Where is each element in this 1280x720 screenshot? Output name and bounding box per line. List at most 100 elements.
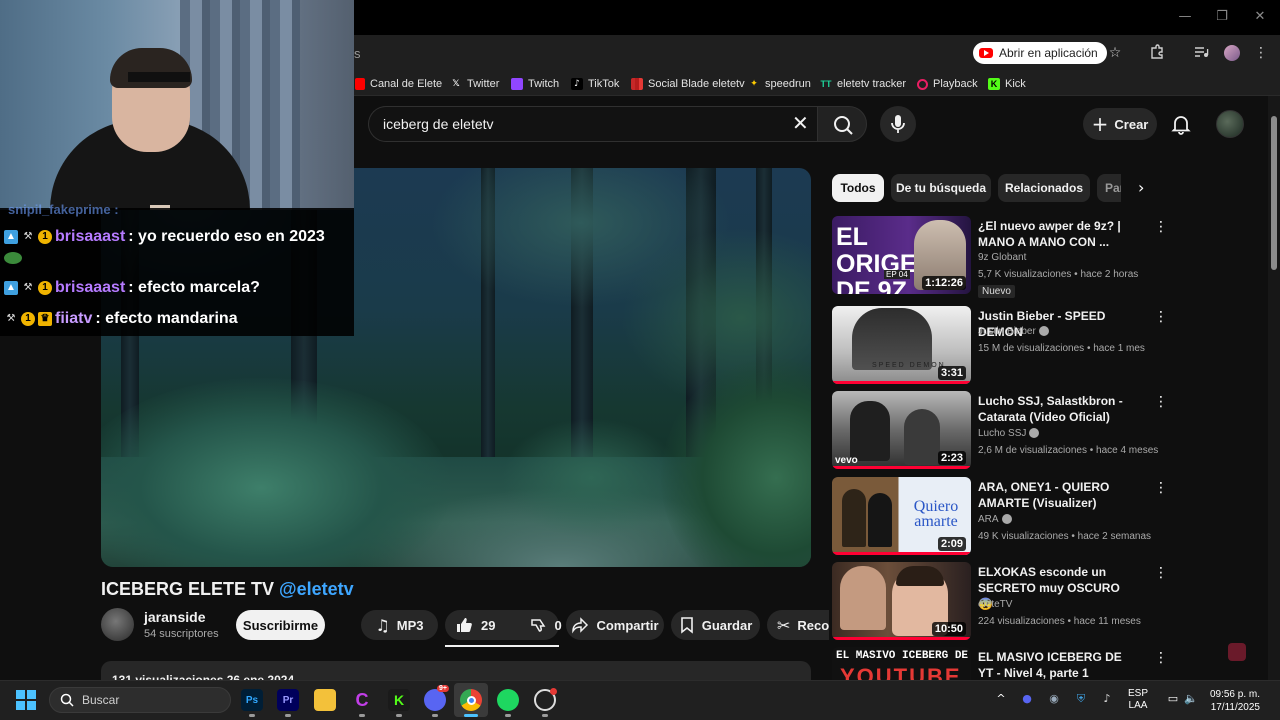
- minimize-icon[interactable]: —: [1175, 8, 1195, 26]
- related-title[interactable]: ARA, ONEY1 - QUIERO AMARTE (Visualizer): [978, 479, 1138, 511]
- more-options-icon[interactable]: ⋮: [1154, 651, 1162, 665]
- miniplayer-icon[interactable]: [1228, 643, 1246, 661]
- kick-app-icon[interactable]: K: [388, 689, 410, 711]
- tray-discord-icon[interactable]: ●: [1020, 692, 1034, 706]
- video-thumbnail[interactable]: EL MASIVO ICEBERG DE YOUTUBE: [832, 647, 971, 680]
- chevron-right-icon[interactable]: ›: [1138, 179, 1156, 197]
- bookmark-eletetv-tracker[interactable]: TT eletetv tracker: [820, 76, 907, 92]
- more-options-icon[interactable]: ⋮: [1154, 481, 1168, 495]
- share-label: Compartir: [596, 617, 659, 633]
- new-badge: Nuevo: [978, 285, 1015, 298]
- taskbar-search-input[interactable]: Buscar: [49, 687, 231, 713]
- clear-search-icon[interactable]: ✕: [792, 113, 812, 133]
- extensions-icon[interactable]: [1148, 44, 1166, 62]
- mp3-button[interactable]: ♫ MP3: [361, 610, 438, 640]
- webcam-overlay: [0, 0, 354, 210]
- video-thumbnail[interactable]: EL ORIGEN DE 9Z EP 04 1:12:26: [832, 216, 971, 294]
- spotify-icon[interactable]: [497, 689, 519, 711]
- bookmark-social-blade[interactable]: Social Blade eletetv: [631, 76, 745, 92]
- search-query[interactable]: iceberg de eletetv: [383, 116, 494, 132]
- prime-badge-icon: ▲: [4, 281, 18, 295]
- bookmark-kick[interactable]: K Kick: [988, 76, 1026, 92]
- browser-profile-avatar[interactable]: [1224, 45, 1240, 61]
- dislike-button[interactable]: 0: [529, 616, 562, 634]
- video-thumbnail[interactable]: 10:50: [832, 562, 971, 640]
- related-video[interactable]: vevo 2:23 Lucho SSJ, Salastkbron - Catar…: [832, 391, 1168, 471]
- tray-shield-icon[interactable]: ⛨: [1074, 692, 1088, 706]
- chat-message: ▲ ⚒ 1 brisaaast : yo recuerdo eso en 202…: [4, 228, 325, 246]
- related-channel[interactable]: eleteTV: [978, 599, 1012, 610]
- channel-name[interactable]: jaranside: [144, 609, 205, 625]
- create-button[interactable]: + Crear: [1083, 108, 1157, 140]
- chrome-icon[interactable]: [460, 689, 482, 711]
- open-in-app-button[interactable]: Abrir en aplicación: [973, 42, 1107, 64]
- obs-icon[interactable]: [534, 688, 557, 711]
- tray-overflow-icon[interactable]: ^: [994, 692, 1008, 706]
- scrollbar-thumb[interactable]: [1271, 116, 1277, 270]
- bookmark-canal-de-elete[interactable]: Canal de Elete: [355, 76, 442, 92]
- close-window-icon[interactable]: ✕: [1250, 8, 1270, 26]
- bookmark-icon: [680, 617, 693, 634]
- discord-icon[interactable]: 9+: [424, 685, 449, 711]
- clip-button[interactable]: ✂ Recortar: [767, 610, 829, 640]
- related-channel[interactable]: Justin Bieber: [978, 326, 1049, 337]
- capcut-icon[interactable]: C: [351, 689, 373, 711]
- volume-icon[interactable]: 🔈: [1184, 692, 1198, 706]
- voice-search-button[interactable]: [880, 106, 916, 142]
- photoshop-icon[interactable]: Ps: [241, 689, 263, 711]
- related-title[interactable]: Lucho SSJ, Salastkbron - Catarata (Video…: [978, 393, 1138, 425]
- more-options-icon[interactable]: ⋮: [1154, 566, 1168, 580]
- bookmark-tiktok[interactable]: ♪ TikTok: [571, 76, 619, 92]
- bookmark-playback[interactable]: Playback: [917, 76, 978, 92]
- chip-todos[interactable]: Todos: [832, 174, 884, 202]
- video-title-mention[interactable]: @eletetv: [279, 579, 354, 599]
- video-thumbnail[interactable]: Quiero amarte 2:09: [832, 477, 971, 555]
- tray-microphone-icon[interactable]: ♪: [1100, 692, 1114, 706]
- bookmark-speedrun[interactable]: ✦ speedrun: [748, 76, 811, 92]
- search-button[interactable]: [817, 106, 867, 142]
- chip-relacionados[interactable]: Relacionados: [998, 174, 1090, 202]
- browser-menu-icon[interactable]: ⋮: [1252, 44, 1270, 62]
- video-thumbnail[interactable]: SPEED DEMON 3:31: [832, 306, 971, 384]
- channel-avatar[interactable]: [101, 608, 134, 641]
- related-video[interactable]: 10:50 ELXOKAS esconde un SECRETO muy OSC…: [832, 562, 1168, 642]
- subscribe-button[interactable]: Suscribirme: [236, 610, 325, 640]
- premiere-icon[interactable]: Pr: [277, 689, 299, 711]
- windows-start-icon[interactable]: [16, 690, 36, 710]
- related-video[interactable]: EL MASIVO ICEBERG DE YOUTUBE EL MASIVO I…: [832, 647, 1162, 680]
- bookmark-label: Canal de Elete: [370, 78, 443, 90]
- related-channel[interactable]: Lucho SSJ: [978, 428, 1040, 439]
- bookmark-twitch[interactable]: Twitch: [511, 76, 559, 92]
- more-options-icon[interactable]: ⋮: [1154, 310, 1168, 324]
- related-title[interactable]: EL MASIVO ICEBERG DE YT - Nivel 4, parte…: [978, 649, 1138, 680]
- input-language[interactable]: ESP LAA: [1128, 688, 1148, 712]
- chip-para-ti[interactable]: Para ti: [1097, 174, 1121, 202]
- related-channel[interactable]: ARA: [978, 514, 1012, 525]
- address-bar-text[interactable]: s: [354, 46, 361, 61]
- related-video[interactable]: EL ORIGEN DE 9Z EP 04 1:12:26 ¿El nuevo …: [832, 216, 1168, 298]
- account-avatar[interactable]: [1216, 110, 1244, 138]
- related-title[interactable]: ¿El nuevo awper de 9z? | MANO A MANO CON…: [978, 218, 1138, 250]
- related-channel[interactable]: 9z Globant: [978, 252, 1026, 263]
- like-button[interactable]: 29: [455, 616, 495, 634]
- video-duration: 2:09: [937, 537, 966, 551]
- tray-steam-icon[interactable]: ◉: [1047, 692, 1061, 706]
- related-video[interactable]: Quiero amarte 2:09 ARA, ONEY1 - QUIERO A…: [832, 477, 1168, 557]
- media-control-icon[interactable]: [1192, 44, 1210, 62]
- share-button[interactable]: Compartir: [566, 610, 664, 640]
- bookmark-twitter[interactable]: 𝕏 Twitter: [450, 76, 499, 92]
- thumbnail-subtext: EP 04: [884, 270, 910, 279]
- chip-de-tu-busqueda[interactable]: De tu búsqueda: [891, 174, 991, 202]
- clock[interactable]: 09:56 p. m. 17/11/2025: [1206, 688, 1260, 714]
- more-options-icon[interactable]: ⋮: [1154, 220, 1168, 234]
- network-icon[interactable]: ▭: [1166, 692, 1180, 706]
- video-thumbnail[interactable]: vevo 2:23: [832, 391, 971, 469]
- bookmark-star-icon[interactable]: ☆: [1106, 44, 1124, 62]
- more-options-icon[interactable]: ⋮: [1154, 395, 1168, 409]
- maximize-icon[interactable]: ❐: [1212, 8, 1232, 26]
- file-explorer-icon[interactable]: [314, 689, 336, 711]
- related-video[interactable]: SPEED DEMON 3:31 Justin Bieber - SPEED D…: [832, 306, 1168, 386]
- thumbnail-text: EL ORIGEN DE 9Z: [836, 223, 935, 295]
- notifications-bell-icon[interactable]: [1170, 113, 1192, 135]
- save-button[interactable]: Guardar: [671, 610, 760, 640]
